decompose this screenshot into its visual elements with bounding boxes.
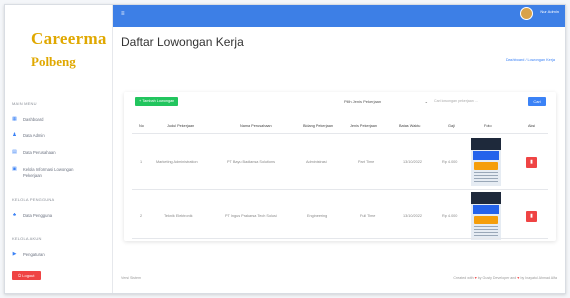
col-header-judul: Judul Pekerjaan <box>167 124 195 128</box>
footer-suffix: by Inayatul Ahmad Alfa <box>520 276 557 280</box>
col-header-foto: Foto <box>484 124 492 128</box>
delete-button[interactable]: ▮ <box>526 211 537 222</box>
poster-header <box>471 192 501 204</box>
delete-button[interactable]: ▮ <box>526 157 537 168</box>
brand-subname: Polbeng <box>31 54 76 69</box>
sidebar-item-pengaturan[interactable]: ▶ Pengaturan <box>12 251 108 258</box>
cell-no: 2 <box>140 214 143 218</box>
settings-icon: ▶ <box>12 251 17 257</box>
cell-batas-waktu: 13/10/2022 <box>403 160 423 164</box>
sidebar-item-label: Pengaturan <box>23 252 45 257</box>
page-title: Daftar Lowongan Kerja <box>121 35 244 49</box>
footer-prefix: Created with <box>453 276 474 280</box>
table-divider <box>132 238 548 239</box>
topbar: ≡ Nur Admin <box>113 5 565 27</box>
job-list-card: + Tambah Lowongan Pilih Jenis Pekerjaan … <box>124 92 556 241</box>
avatar[interactable] <box>520 7 533 20</box>
table-divider <box>132 133 548 134</box>
sidebar-item-lowongan[interactable]: ▣ Kelola Informasi Lowongan Pekerjaan <box>12 167 108 179</box>
sidebar-item-data-pengguna[interactable]: ♣ Data Pengguna <box>12 212 108 219</box>
col-header-batas-waktu: Batas Waktu <box>399 124 421 128</box>
poster-header <box>471 138 501 150</box>
sidebar-item-label: Data Admin <box>23 133 45 138</box>
footer-credits: Created with ♥ by Gusty Developer and ♥ … <box>453 276 557 280</box>
breadcrumb[interactable]: Dashboard / Lowongan Kerja <box>506 58 555 62</box>
cell-jenis: Full Time <box>360 214 376 218</box>
brand-logo[interactable]: Careerma Polbeng <box>31 29 107 72</box>
cell-judul: Marketing Administration <box>156 160 198 164</box>
cell-gaji: Rp 4.000 <box>442 214 458 218</box>
search-button[interactable]: Cari <box>528 97 546 106</box>
search-input[interactable]: Cari lowongan pekerjaan ... <box>434 97 520 106</box>
add-job-button[interactable]: + Tambah Lowongan <box>135 97 179 106</box>
cell-gaji: Rp 4.000 <box>442 160 458 164</box>
logout-label: Logout <box>22 273 35 278</box>
username[interactable]: Nur Admin <box>540 9 559 14</box>
poster-graphic <box>474 162 498 170</box>
cell-batas-waktu: 13/10/2022 <box>403 214 423 218</box>
footer-mid: by Gusty Developer and <box>477 276 517 280</box>
sidebar-item-label: Dashboard <box>23 117 44 122</box>
sidebar: Careerma Polbeng MAIN MENU ▦ Dashboard ♟… <box>5 5 113 293</box>
menu-toggle-icon[interactable]: ≡ <box>121 11 125 17</box>
cell-bidang: Engineering <box>307 214 328 218</box>
col-header-gaji: Gaji <box>448 124 455 128</box>
job-poster-image[interactable] <box>471 138 501 186</box>
heart-icon: ♥ <box>474 276 477 280</box>
users-icon: ♣ <box>12 212 17 218</box>
poster-graphic <box>474 216 498 224</box>
poster-text-lines <box>474 226 498 236</box>
job-type-filter[interactable]: Pilih Jenis Pekerjaan ⌄ <box>344 97 428 106</box>
cell-no: 1 <box>140 160 143 164</box>
menu-section-pengguna: KELOLA PENGGUNA <box>12 197 55 202</box>
col-header-aksi: Aksi <box>528 124 536 128</box>
app-window: Careerma Polbeng MAIN MENU ▦ Dashboard ♟… <box>4 4 566 294</box>
footer-version: Versi Sistem <box>121 276 141 280</box>
col-header-no: No <box>139 124 144 128</box>
building-icon: ▤ <box>12 149 17 155</box>
sidebar-item-label: Data Pengguna <box>23 213 53 218</box>
user-icon: ♟ <box>12 132 17 138</box>
cell-perusahaan: PT Ingus Prakarsa Tech Solusi <box>225 214 277 218</box>
trash-icon: ▮ <box>530 159 533 165</box>
col-header-perusahaan: Nama Perusahaan <box>240 124 272 128</box>
cell-jenis: Part Time <box>358 160 375 164</box>
poster-band <box>473 151 499 160</box>
job-poster-image[interactable] <box>471 192 501 240</box>
menu-section-main: MAIN MENU <box>12 101 37 106</box>
cell-judul: Teknik Elektronik <box>164 214 193 218</box>
col-header-jenis: Jenis Pekerjaan <box>350 124 378 128</box>
menu-section-akun: KELOLA AKUN <box>12 236 42 241</box>
brand-name: Careerma <box>31 29 107 48</box>
briefcase-icon: ▣ <box>12 166 17 172</box>
sidebar-item-dashboard[interactable]: ▦ Dashboard <box>12 116 108 123</box>
cell-perusahaan: PT Bayu Badiansa Solutions <box>227 160 276 164</box>
trash-icon: ▮ <box>530 213 533 219</box>
table-divider <box>132 189 548 190</box>
sidebar-item-label: Kelola Informasi Lowongan Pekerjaan <box>23 167 74 178</box>
col-header-bidang: Bidang Pekerjaan <box>303 124 333 128</box>
poster-band <box>473 205 499 214</box>
cell-bidang: Administrasi <box>306 160 327 164</box>
filter-value: Pilih Jenis Pekerjaan <box>344 99 382 104</box>
sidebar-item-data-perusahaan[interactable]: ▤ Data Perusahaan <box>12 149 108 156</box>
sidebar-item-label: Data Perusahaan <box>23 150 56 155</box>
dashboard-icon: ▦ <box>12 116 17 122</box>
poster-text-lines <box>474 172 498 182</box>
sidebar-item-data-admin[interactable]: ♟ Data Admin <box>12 132 108 139</box>
chevron-down-icon: ⌄ <box>424 99 428 104</box>
logout-button[interactable]: ⏻ Logout <box>12 271 41 280</box>
